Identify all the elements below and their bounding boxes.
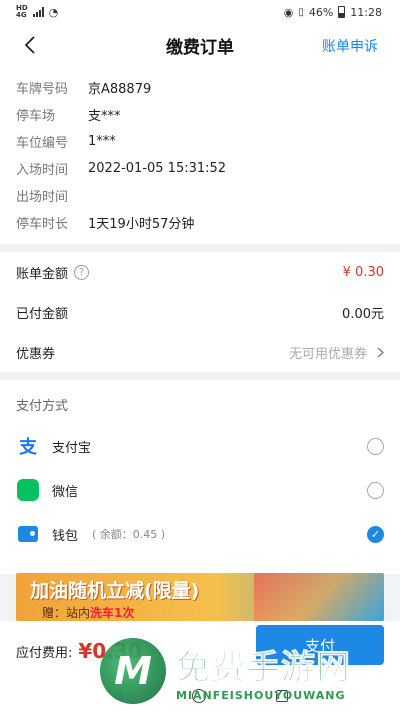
info-row-space: 车位编号 1***: [16, 128, 384, 155]
system-nav-bar: ◁: [0, 681, 400, 711]
page-title: 缴费订单: [166, 37, 234, 58]
bill-amount-label-group: 账单金额 ?: [16, 263, 90, 282]
info-value: 支***: [88, 109, 121, 124]
pay-option-wechat[interactable]: 微信: [0, 468, 400, 512]
radio-wechat[interactable]: [367, 481, 384, 499]
back-button[interactable]: [18, 33, 42, 57]
chevron-right-icon: [377, 347, 384, 357]
pay-button[interactable]: 支付: [256, 625, 384, 665]
status-right: ◉ ▯ 46% 11:28: [284, 6, 382, 19]
info-row-duration: 停车时长 1天19小时57分钟: [16, 209, 384, 236]
clock: 11:28: [350, 5, 382, 19]
info-label: 停车时长: [16, 217, 69, 232]
paid-amount-value: 0.00元: [342, 306, 384, 322]
check-icon: ✓: [370, 527, 381, 541]
signal-icon: [32, 7, 44, 17]
pay-option-wallet[interactable]: 钱包 ( 余额：0.45 ) ✓: [0, 512, 400, 556]
bill-amount-row: 账单金额 ? ¥ 0.30: [0, 252, 400, 292]
pay-option-left: 微信: [16, 478, 78, 502]
info-label: 入场时间: [16, 163, 69, 178]
info-label: 车位编号: [16, 136, 69, 151]
wallet-balance: ( 余额：0.45 ): [92, 528, 166, 541]
info-label: 车牌号码: [16, 82, 69, 97]
network-tag: HD 4G: [16, 5, 28, 19]
coupon-label: 优惠券: [16, 346, 56, 362]
info-row-lot: 停车场 支***: [16, 101, 384, 128]
amount-card: 账单金额 ? ¥ 0.30 已付金额 0.00元 优惠券 无可用优惠券: [0, 252, 400, 372]
paid-amount-row: 已付金额 0.00元: [0, 292, 400, 332]
paid-amount-label: 已付金额: [16, 306, 69, 322]
pay-option-label: 支付宝: [52, 440, 92, 456]
battery-icon: [338, 6, 346, 18]
order-info-card: 车牌号码 京A88879 停车场 支*** 车位编号 1*** 入场时间 202…: [0, 66, 400, 244]
radio-alipay[interactable]: [367, 437, 384, 455]
info-row-entry-time: 入场时间 2022-01-05 15:31:52: [16, 155, 384, 182]
info-row-plate: 车牌号码 京A88879: [16, 74, 384, 101]
info-label: 出场时间: [16, 190, 69, 205]
back-triangle-icon[interactable]: ◁: [112, 689, 121, 703]
promo-banner[interactable]: 加油随机立减(限量) 赠：站内洗车1次: [16, 573, 384, 621]
payment-section-title: 支付方式: [16, 398, 69, 414]
network-tag-bottom: 4G: [16, 11, 27, 19]
chevron-left-icon: [24, 36, 35, 54]
coupon-selector[interactable]: 无可用优惠券: [289, 343, 384, 362]
wechat-icon: [17, 479, 39, 501]
radio-wallet[interactable]: ✓: [367, 525, 384, 543]
pay-option-left: 支 支付宝: [16, 434, 91, 458]
info-value: 2022-01-05 15:31:52: [88, 161, 227, 176]
info-row-exit-time: 出场时间: [16, 182, 384, 209]
alipay-icon: 支: [19, 437, 37, 458]
wifi-icon: ◔: [48, 5, 59, 19]
banner-sub-highlight: 洗车1次: [90, 606, 135, 620]
home-icon[interactable]: [191, 689, 206, 703]
wallet-icon: [18, 526, 38, 542]
help-icon[interactable]: ?: [74, 264, 90, 280]
status-bar: HD 4G ◔ ◉ ▯ 46% 11:28: [0, 0, 400, 24]
pay-option-left: 钱包 ( 余额：0.45 ): [16, 522, 165, 546]
wallet-icon-wrap: [16, 522, 40, 546]
bill-amount-value: ¥ 0.30: [342, 264, 384, 280]
coupon-row[interactable]: 优惠券 无可用优惠券: [0, 332, 400, 372]
payment-method-card: 支付方式 支 支付宝 微信 钱包 ( 余额：0.45 ) ✓: [0, 380, 400, 574]
nav-bar: 缴费订单 账单申诉: [0, 24, 400, 66]
bill-appeal-link[interactable]: 账单申诉: [322, 36, 378, 56]
recents-icon[interactable]: [275, 690, 288, 702]
wechat-icon-wrap: [16, 478, 40, 502]
vibrate-icon: ▯: [298, 6, 304, 18]
amount-due-label: 应付费用:: [16, 645, 73, 661]
coupon-value: 无可用优惠券: [288, 346, 367, 362]
banner-subtitle: 赠：站内洗车1次: [42, 604, 134, 621]
info-label: 停车场: [16, 109, 56, 124]
info-value: 京A88879: [88, 82, 152, 97]
status-left: HD 4G ◔: [16, 5, 58, 19]
bottom-bar: 应付费用: ¥0.30 支付: [0, 621, 400, 681]
battery-percent: 46%: [308, 5, 334, 19]
info-value: 1***: [88, 134, 116, 149]
banner-title: 加油随机立减(限量): [30, 580, 200, 602]
banner-decoration: [254, 573, 384, 621]
amount-due-value: ¥0.30: [78, 639, 142, 663]
eye-icon: ◉: [283, 5, 294, 19]
pay-option-alipay[interactable]: 支 支付宝: [0, 424, 400, 468]
info-value: 1天19小时57分钟: [88, 217, 195, 232]
pay-option-label: 钱包: [52, 528, 79, 544]
bill-amount-label: 账单金额: [16, 266, 69, 282]
amount-due: 应付费用: ¥0.30: [16, 639, 142, 663]
banner-sub-prefix: 赠：站内: [42, 606, 91, 620]
pay-option-label: 微信: [52, 484, 79, 500]
